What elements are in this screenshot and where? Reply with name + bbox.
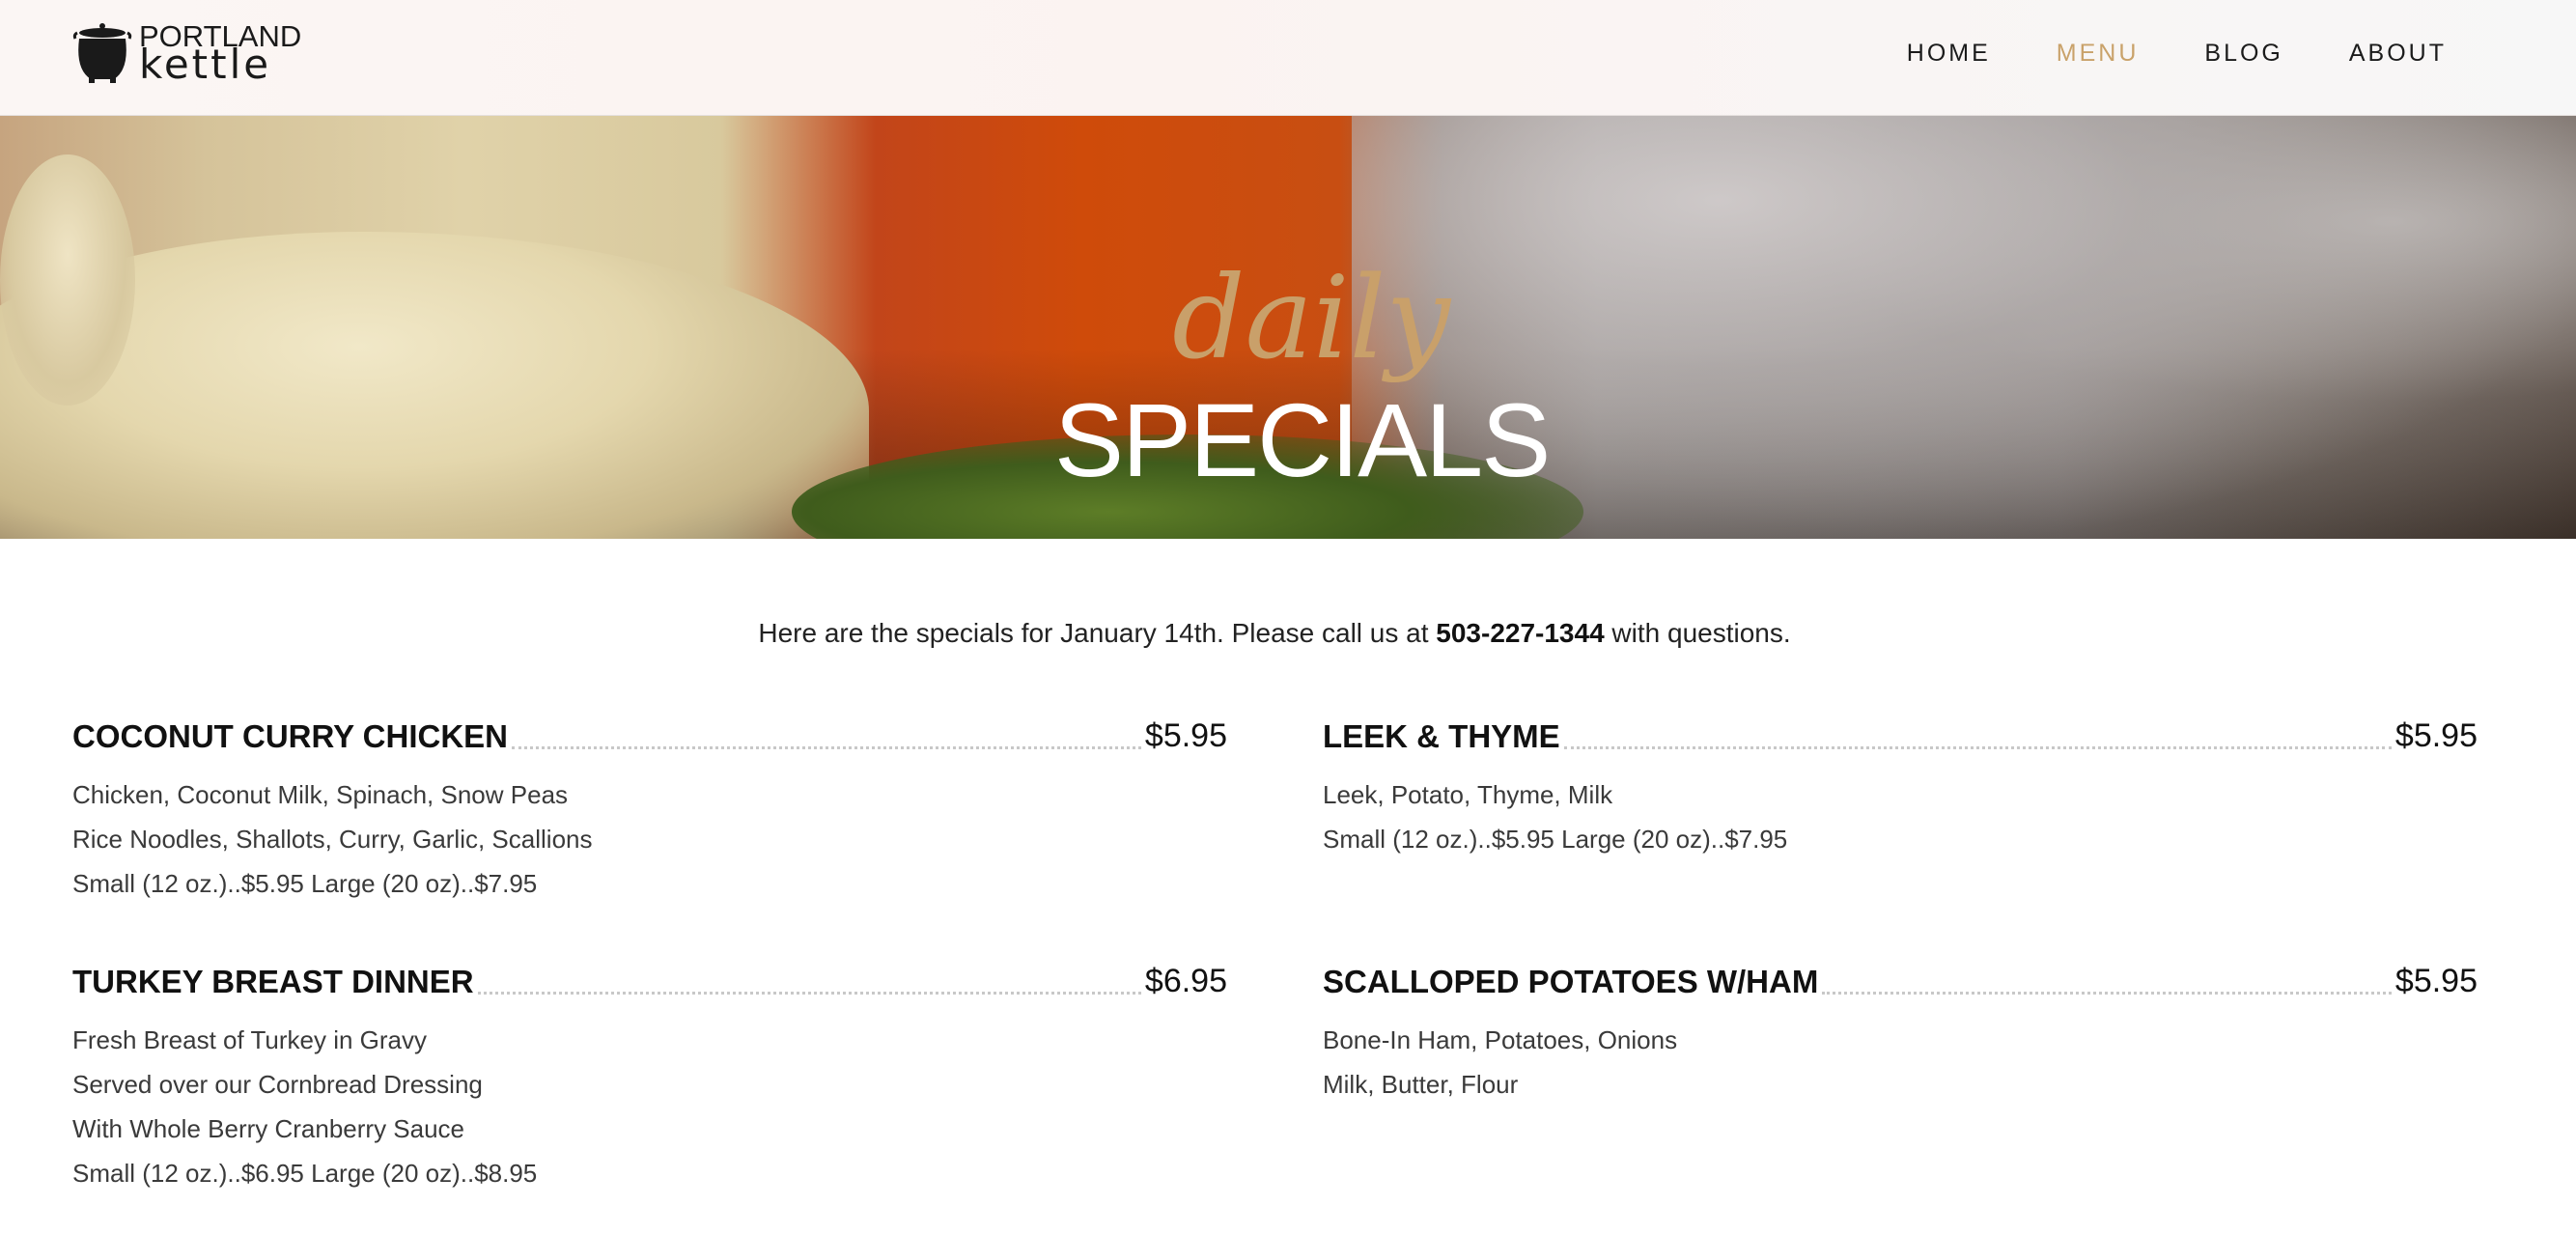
menu-item-price: $5.95	[2394, 963, 2478, 999]
intro-text-after: with questions.	[1604, 618, 1791, 648]
hero-background-vegetable-edge	[0, 154, 135, 406]
dotted-leader	[1822, 992, 2392, 995]
menu-item-price: $5.95	[2394, 717, 2478, 754]
menu-item-line: Leek, Potato, Thyme, Milk	[1323, 780, 1613, 809]
hero-banner: daily SPECIALS	[0, 116, 2576, 539]
menu-item-header: LEEK & THYME $5.95	[1323, 713, 2478, 755]
dotted-leader	[477, 992, 1141, 995]
main-nav: HOME MENU BLOG ABOUT	[1841, 37, 2447, 70]
specials-intro: Here are the specials for January 14th. …	[0, 618, 2549, 649]
menu-item-header: SCALLOPED POTATOES W/HAM $5.95	[1323, 958, 2478, 1000]
menu-item-line: Small (12 oz.)..$5.95 Large (20 oz)..$7.…	[1323, 825, 1788, 854]
menu-item-price: $5.95	[1144, 717, 1227, 754]
site-header: PORTLAND kettle HOME MENU BLOG ABOUT	[0, 0, 2576, 116]
nav-blog[interactable]: BLOG	[2204, 37, 2282, 70]
menu-item: LEEK & THYME $5.95 Leek, Potato, Thyme, …	[1323, 713, 2478, 861]
hero-main-title: SPECIALS	[1054, 381, 1551, 498]
menu-item-line: With Whole Berry Cranberry Sauce	[72, 1114, 465, 1143]
menu-item-line: Rice Noodles, Shallots, Curry, Garlic, S…	[72, 825, 593, 854]
menu-item-description: Bone-In Ham, Potatoes, Onions Milk, Butt…	[1323, 1018, 2478, 1107]
menu-item-name: SCALLOPED POTATOES W/HAM	[1323, 964, 1819, 999]
menu-item-line: Bone-In Ham, Potatoes, Onions	[1323, 1025, 1678, 1054]
nav-home[interactable]: HOME	[1907, 37, 1991, 70]
nav-about[interactable]: ABOUT	[2349, 37, 2447, 70]
site-logo[interactable]: PORTLAND kettle	[71, 19, 301, 89]
menu-item-description: Leek, Potato, Thyme, Milk Small (12 oz.)…	[1323, 772, 2478, 861]
menu-item-name: COCONUT CURRY CHICKEN	[72, 718, 509, 754]
intro-text-before: Here are the specials for January 14th. …	[758, 618, 1437, 648]
menu-item: COCONUT CURRY CHICKEN $5.95 Chicken, Coc…	[72, 713, 1227, 906]
menu-item-header: COCONUT CURRY CHICKEN $5.95	[72, 713, 1227, 755]
menu-item-description: Fresh Breast of Turkey in Gravy Served o…	[72, 1018, 1227, 1195]
menu-item-line: Served over our Cornbread Dressing	[72, 1070, 483, 1099]
hero-script-title: daily	[1172, 251, 1451, 384]
logo-text-bottom: kettle	[139, 41, 272, 88]
menu-item: SCALLOPED POTATOES W/HAM $5.95 Bone-In H…	[1323, 958, 2478, 1107]
menu-item-line: Chicken, Coconut Milk, Spinach, Snow Pea…	[72, 780, 569, 809]
dotted-leader	[512, 746, 1141, 749]
menu-item-name: TURKEY BREAST DINNER	[72, 964, 474, 999]
menu-item-line: Milk, Butter, Flour	[1323, 1070, 1519, 1099]
menu-item-line: Small (12 oz.)..$6.95 Large (20 oz)..$8.…	[72, 1159, 538, 1188]
menu-item-description: Chicken, Coconut Milk, Spinach, Snow Pea…	[72, 772, 1227, 906]
dotted-leader	[1563, 746, 2392, 749]
menu-item-header: TURKEY BREAST DINNER $6.95	[72, 958, 1227, 1000]
menu-item: TURKEY BREAST DINNER $6.95 Fresh Breast …	[72, 958, 1227, 1195]
menu-item-line: Small (12 oz.)..$5.95 Large (20 oz)..$7.…	[72, 869, 538, 898]
phone-number[interactable]: 503-227-1344	[1436, 618, 1604, 648]
menu-item-line: Fresh Breast of Turkey in Gravy	[72, 1025, 428, 1054]
menu-item-name: LEEK & THYME	[1323, 718, 1560, 754]
nav-menu[interactable]: MENU	[2057, 37, 2140, 70]
menu-item-price: $6.95	[1144, 963, 1227, 999]
kettle-pot-icon	[72, 23, 132, 83]
